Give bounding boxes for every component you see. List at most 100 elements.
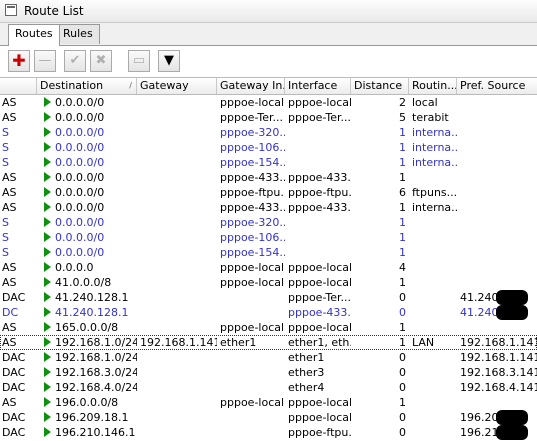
interface-cell: pppoe-433... (288, 171, 351, 184)
interface-cell: ether3 (288, 366, 325, 379)
table-row[interactable]: AS 0.0.0.0 pppoe-local pppoe-local 4 (0, 260, 537, 275)
table-row[interactable]: DC 41.240.128.1 pppoe-433... 0 41.240. (0, 305, 537, 320)
tab-routes[interactable]: Routes (8, 24, 60, 46)
pref-source-cell: 192.168.3.141 (460, 366, 537, 379)
gateway-interface-cell: pppoe-154... (220, 246, 285, 259)
col-pref-source[interactable]: Pref. Source (457, 78, 537, 94)
minus-icon: — (38, 53, 52, 68)
route-active-icon (44, 262, 51, 272)
table-row[interactable]: DAC 192.168.1.0/24 ether1 0 192.168.1.141 (0, 350, 537, 365)
table-header: Destination / Gateway Gateway In... Inter… (0, 77, 537, 95)
table-row[interactable]: AS 192.168.1.0/24 192.168.1.141 ether1 ether… (0, 335, 537, 350)
interface-cell: pppoe-local (288, 396, 351, 409)
flags-cell: DAC (2, 426, 26, 439)
distance-cell: 0 (399, 411, 406, 424)
routing-mark-cell: ftpuns... (412, 186, 457, 199)
table-row[interactable]: AS 0.0.0.0/0 pppoe-Ter... pppoe-Ter... 5 tera… (0, 110, 537, 125)
route-active-icon (44, 112, 51, 122)
gateway-interface-cell: pppoe-106... (220, 231, 285, 244)
col-gateway[interactable]: Gateway (137, 78, 217, 94)
gateway-cell (137, 140, 217, 155)
table-row[interactable]: DAC 41.240.128.1 pppoe-Ter... 0 41.240. (0, 290, 537, 305)
gateway-cell (137, 395, 217, 410)
table-row[interactable]: S 0.0.0.0/0 pppoe-106... 1 interna... (0, 140, 537, 155)
add-button[interactable]: ✚ (8, 50, 30, 72)
destination-text: 0.0.0.0/0 (55, 246, 105, 259)
gateway-cell (137, 95, 217, 110)
interface-cell: ether1 (288, 351, 325, 364)
destination-text: 41.240.128.1 (55, 306, 129, 319)
pref-source-cell (457, 260, 537, 275)
plus-icon: ✚ (12, 51, 26, 70)
gateway-interface-cell: pppoe-ftpu... (220, 186, 285, 199)
table-row[interactable]: AS 0.0.0.0/0 pppoe-433... pppoe-433... 1 inte… (0, 200, 537, 215)
destination-text: 0.0.0.0/0 (55, 126, 105, 139)
route-active-icon (44, 427, 51, 437)
gateway-interface-cell (217, 365, 285, 380)
interface-cell (285, 125, 351, 140)
table-row[interactable]: AS 0.0.0.0/0 pppoe-local pppoe-local 2 local (0, 95, 537, 110)
distance-cell: 0 (399, 291, 406, 304)
distance-cell: 0 (399, 366, 406, 379)
comment-button[interactable]: ▭ (128, 50, 150, 72)
distance-cell: 1 (399, 201, 406, 214)
table-row[interactable]: DAC 192.168.4.0/24 ether4 0 192.168.4.141 (0, 380, 537, 395)
interface-cell: ether1, eth... (288, 336, 351, 349)
destination-text: 196.209.18.1 (55, 411, 129, 424)
table-row[interactable]: AS 0.0.0.0/0 pppoe-ftpu...pppoe-ftpu... 6 ft… (0, 185, 537, 200)
col-destination[interactable]: Destination / (37, 78, 137, 94)
destination-cell: 192.168.1.0/24 (37, 335, 137, 350)
flags-cell: S (2, 231, 9, 244)
remove-button[interactable]: — (34, 50, 56, 72)
interface-cell: pppoe-Ter... (288, 291, 351, 304)
pref-source-cell: 192.168.4.141 (460, 381, 537, 394)
routing-mark-cell (409, 395, 457, 410)
table-row[interactable]: DAC 196.209.18.1 pppoe-local 0 196.209 (0, 410, 537, 425)
table-row[interactable]: S 0.0.0.0/0 pppoe-154... 1 (0, 245, 537, 260)
gateway-interface-cell: pppoe-320... (220, 126, 285, 139)
table-row[interactable]: S 0.0.0.0/0 pppoe-154... 1 interna... (0, 155, 537, 170)
destination-text: 0.0.0.0/0 (55, 231, 105, 244)
distance-cell: 1 (399, 276, 406, 289)
destination-text: 192.168.3.0/24 (55, 366, 137, 379)
destination-cell: 0.0.0.0 (37, 260, 137, 275)
pref-source-cell (457, 95, 537, 110)
filter-icon: ▼ (164, 53, 174, 68)
enable-button[interactable]: ✔ (64, 50, 86, 72)
col-flags[interactable] (0, 78, 37, 94)
gateway-cell (137, 200, 217, 215)
tab-rules[interactable]: Rules (56, 24, 100, 44)
col-interface[interactable]: Interface (285, 78, 351, 94)
distance-cell: 0 (399, 351, 406, 364)
gateway-cell (137, 380, 217, 395)
filter-button[interactable]: ▼ (158, 50, 180, 72)
table-row[interactable]: S 0.0.0.0/0 pppoe-106... 1 (0, 230, 537, 245)
disable-button[interactable]: ✖ (90, 50, 112, 72)
table-row[interactable]: AS 196.0.0.0/8 pppoe-local pppoe-local 1 (0, 395, 537, 410)
pref-source-cell (457, 200, 537, 215)
destination-text: 0.0.0.0/0 (55, 186, 105, 199)
table-row[interactable]: DAC 192.168.3.0/24 ether3 0 192.168.3.141 (0, 365, 537, 380)
col-distance[interactable]: Distance (351, 78, 409, 94)
table-row[interactable]: S 0.0.0.0/0 pppoe-320... 1 (0, 215, 537, 230)
destination-text: 0.0.0.0 (55, 261, 94, 274)
table-row[interactable]: S 0.0.0.0/0 pppoe-320... 1 interna... (0, 125, 537, 140)
redaction-mark (496, 425, 528, 440)
table-row[interactable]: AS 41.0.0.0/8 pppoe-local pppoe-local 1 (0, 275, 537, 290)
destination-text: 41.240.128.1 (55, 291, 129, 304)
col-routing-mark[interactable]: Routin... (409, 78, 457, 94)
flags-cell: AS (2, 111, 17, 124)
route-table: Destination / Gateway Gateway In... Inter… (0, 77, 537, 440)
table-row[interactable]: DAC196.210.146.1pppoe-ftpu...0196.210 (0, 425, 537, 440)
gateway-interface-cell: pppoe-local (220, 261, 285, 274)
route-active-icon (44, 232, 51, 242)
table-row[interactable]: AS 0.0.0.0/0 pppoe-433... pppoe-433... 1 (0, 170, 537, 185)
col-gateway-interface[interactable]: Gateway In... (217, 78, 285, 94)
pref-source-cell (457, 320, 537, 335)
table-row[interactable]: AS 165.0.0.0/8 pppoe-local pppoe-local 1 (0, 320, 537, 335)
route-active-icon (44, 127, 51, 137)
route-active-icon (44, 142, 51, 152)
gateway-interface-cell (217, 410, 285, 425)
routing-mark-cell (409, 365, 457, 380)
flags-cell: AS (2, 261, 17, 274)
